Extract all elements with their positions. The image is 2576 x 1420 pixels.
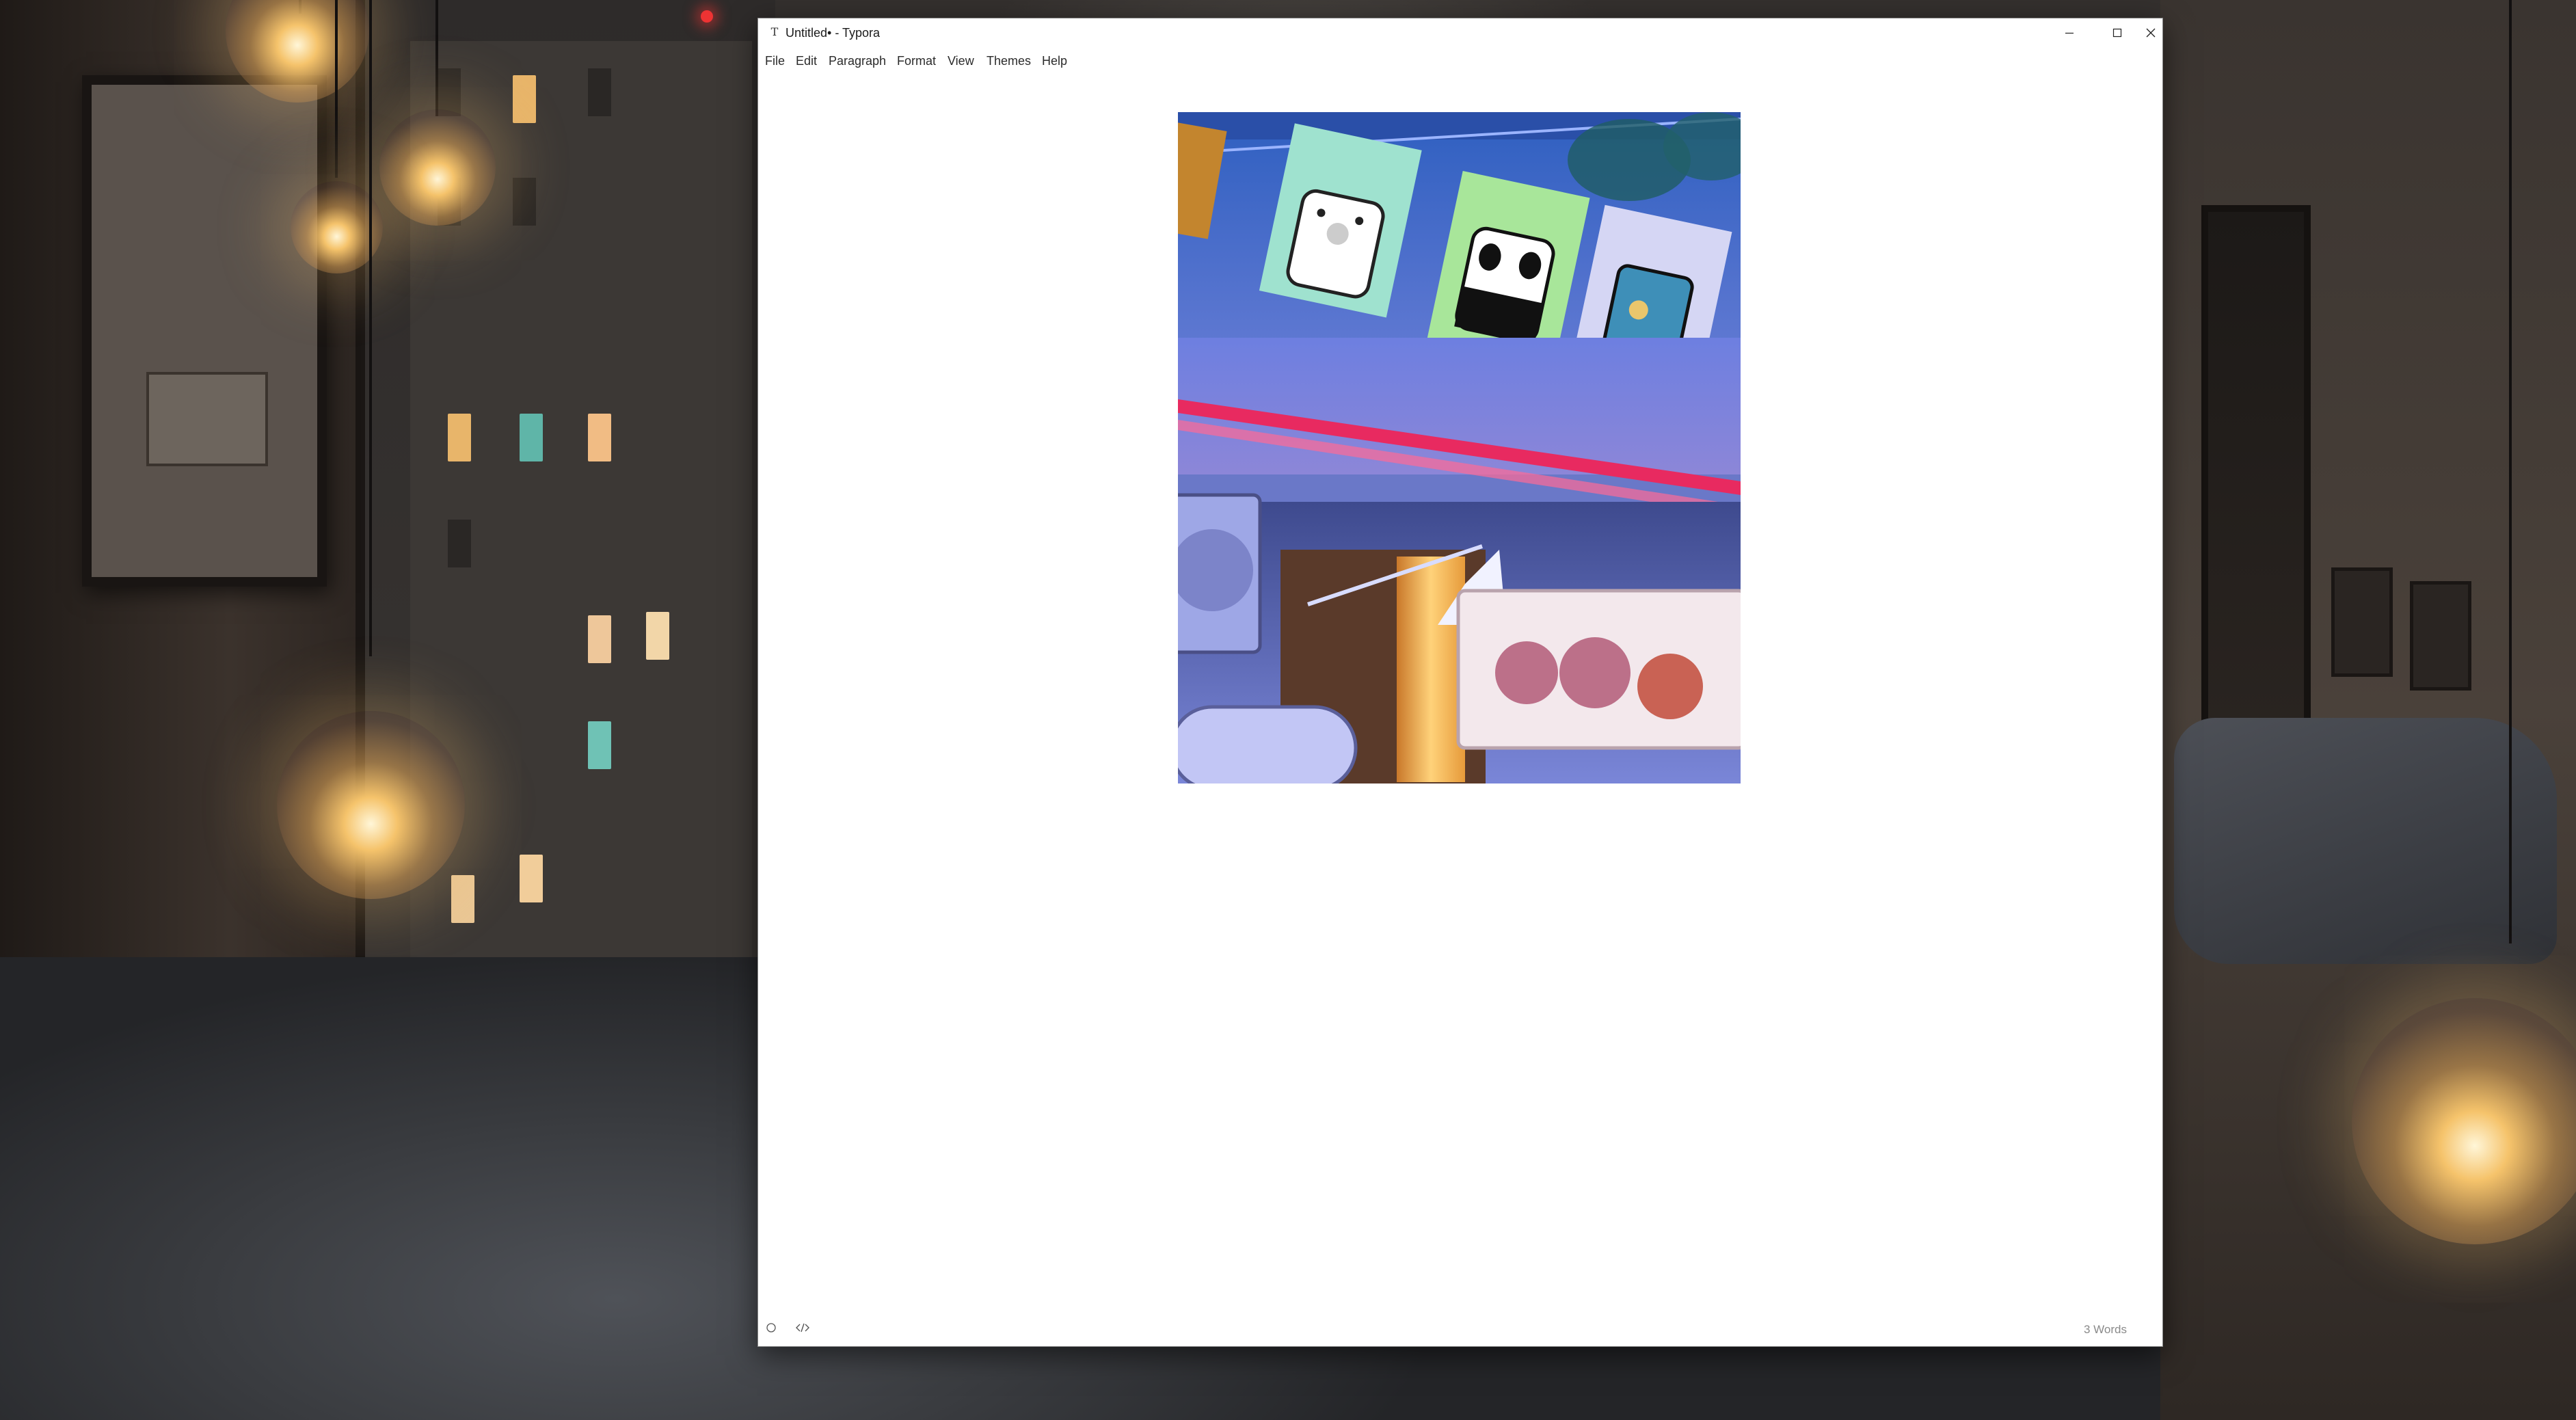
ramen-shop-illustration bbox=[1178, 112, 1741, 783]
menu-bar: File Edit Paragraph Format View Themes H… bbox=[758, 47, 2162, 75]
menu-file[interactable]: File bbox=[765, 53, 785, 69]
title-bar[interactable]: T Untitled• - Typora bbox=[758, 18, 2162, 47]
typora-window: T Untitled• - Typora File Edit Paragraph… bbox=[757, 18, 2163, 1347]
menu-themes[interactable]: Themes bbox=[987, 53, 1031, 69]
maximize-icon bbox=[2112, 27, 2123, 38]
document-image[interactable] bbox=[1178, 112, 1741, 783]
outline-toggle-button[interactable] bbox=[764, 1322, 779, 1337]
source-code-mode-button[interactable] bbox=[795, 1322, 810, 1337]
menu-help[interactable]: Help bbox=[1042, 53, 1067, 69]
status-bar: 3 Words bbox=[758, 1312, 2162, 1346]
typora-app-icon: T bbox=[770, 25, 779, 38]
wallpaper-pillow bbox=[2174, 718, 2557, 964]
wallpaper-bulb bbox=[277, 711, 465, 899]
wallpaper-bulb bbox=[379, 109, 496, 226]
close-button[interactable] bbox=[2138, 18, 2162, 47]
menu-edit[interactable]: Edit bbox=[796, 53, 817, 69]
editor-area[interactable] bbox=[758, 75, 2162, 1312]
minimize-button[interactable] bbox=[2045, 18, 2093, 47]
window-title: Untitled• - Typora bbox=[786, 26, 881, 40]
circle-icon bbox=[766, 1322, 777, 1337]
wallpaper-poster bbox=[82, 75, 327, 587]
minimize-icon bbox=[2064, 27, 2075, 38]
menu-format[interactable]: Format bbox=[897, 53, 936, 69]
word-count[interactable]: 3 Words bbox=[2084, 1322, 2127, 1337]
menu-paragraph[interactable]: Paragraph bbox=[829, 53, 886, 69]
close-icon bbox=[2145, 27, 2156, 38]
maximize-button[interactable] bbox=[2093, 18, 2141, 47]
menu-view[interactable]: View bbox=[948, 53, 974, 69]
code-icon bbox=[796, 1322, 809, 1337]
wallpaper-red-light bbox=[701, 10, 713, 23]
